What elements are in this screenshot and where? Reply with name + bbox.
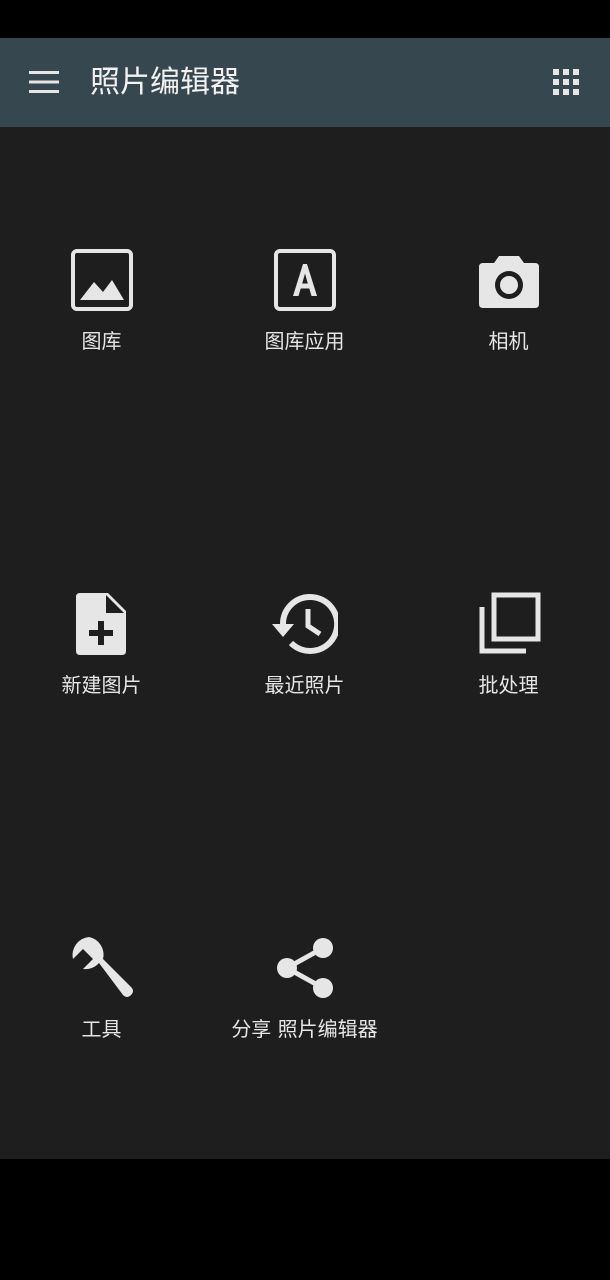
apps-grid-button[interactable] <box>544 60 588 104</box>
navigation-bar <box>0 1159 610 1280</box>
camera-button[interactable]: 相机 <box>407 245 610 385</box>
wrench-icon <box>72 937 133 997</box>
new-file-icon <box>75 593 126 655</box>
camera-label: 相机 <box>488 329 529 353</box>
tools-label: 工具 <box>81 1017 122 1041</box>
app-bar: 照片编辑器 <box>0 38 610 127</box>
recent-photos-button[interactable]: 最近照片 <box>203 589 406 729</box>
share-app-button[interactable]: 分享 照片编辑器 <box>203 933 406 1073</box>
gallery-app-button[interactable]: 图库应用 <box>203 245 406 385</box>
main-grid: 图库 图库应用 相机 新建图片 最近照片 批处理 工具 分享 照片编辑器 <box>0 127 610 1159</box>
apps-grid-icon <box>553 69 579 95</box>
share-app-label: 分享 照片编辑器 <box>231 1017 378 1041</box>
history-icon <box>271 593 338 654</box>
gallery-label: 图库 <box>81 329 122 353</box>
share-icon <box>276 938 333 998</box>
gallery-app-label: 图库应用 <box>264 329 345 353</box>
status-bar <box>0 0 610 38</box>
recent-photos-label: 最近照片 <box>264 673 345 697</box>
new-image-label: 新建图片 <box>61 673 142 697</box>
tools-button[interactable]: 工具 <box>0 933 203 1073</box>
batch-process-label: 批处理 <box>478 673 539 697</box>
batch-process-button[interactable]: 批处理 <box>407 589 610 729</box>
menu-button[interactable] <box>22 60 66 104</box>
new-image-button[interactable]: 新建图片 <box>0 589 203 729</box>
letter-a-box-icon <box>273 249 336 311</box>
gallery-button[interactable]: 图库 <box>0 245 203 385</box>
image-icon <box>70 249 133 311</box>
hamburger-menu-icon <box>29 71 59 93</box>
stacked-layers-icon <box>479 592 540 654</box>
app-title: 照片编辑器 <box>90 65 240 100</box>
camera-icon <box>478 256 539 308</box>
